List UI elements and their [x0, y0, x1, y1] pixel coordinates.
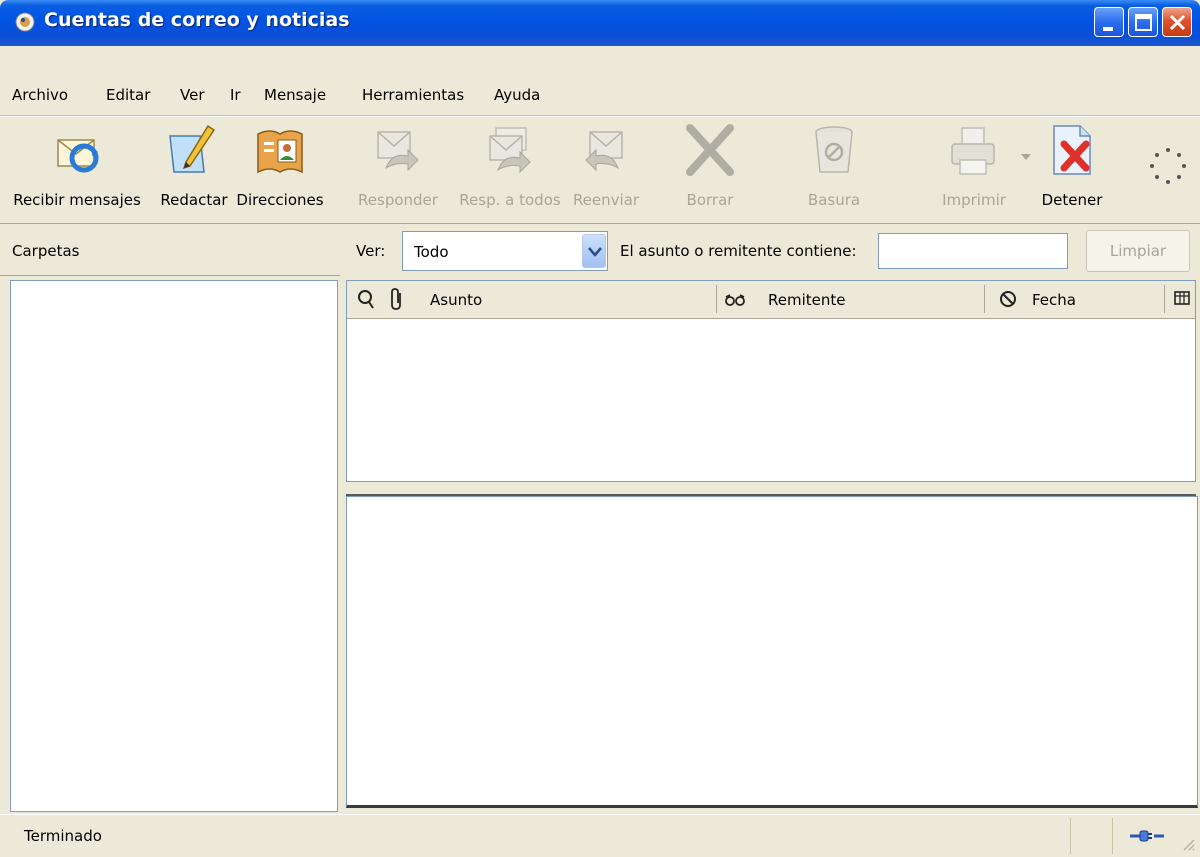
compose-icon: [169, 124, 216, 173]
forward-icon: [585, 131, 623, 172]
forward-label: Reenviar: [572, 191, 640, 209]
status-bar: [0, 814, 1200, 857]
folder-pane-title: Carpetas: [12, 242, 80, 260]
junk-status-column-icon[interactable]: [998, 289, 1018, 309]
junk-button[interactable]: [808, 122, 860, 178]
minimize-button[interactable]: [1094, 7, 1124, 37]
menu-ver[interactable]: Ver: [180, 86, 205, 104]
column-separator[interactable]: [984, 285, 985, 313]
get-mail-label: Recibir mensajes: [13, 191, 141, 209]
folder-tree[interactable]: [10, 280, 338, 812]
view-select-value: Todo: [414, 243, 449, 261]
horizontal-splitter[interactable]: [346, 484, 1196, 496]
address-book-button[interactable]: [254, 122, 306, 178]
clear-button[interactable]: Limpiar: [1086, 230, 1190, 272]
address-book-icon: [257, 130, 303, 174]
print-icon: [951, 127, 995, 175]
sender-column-header[interactable]: Remitente: [768, 291, 845, 309]
maximize-icon: [1135, 14, 1152, 31]
menu-mensaje[interactable]: Mensaje: [264, 86, 326, 104]
stop-label: Detener: [1041, 191, 1103, 209]
menu-ayuda[interactable]: Ayuda: [494, 86, 540, 104]
print-button[interactable]: [948, 122, 1000, 178]
chevron-down-icon: [588, 247, 602, 257]
throbber-icon: [1150, 148, 1186, 184]
junk-label: Basura: [807, 191, 861, 209]
maximize-button[interactable]: [1128, 7, 1158, 37]
print-dropdown-icon[interactable]: [1020, 152, 1032, 162]
search-label: El asunto o remitente contiene:: [620, 242, 857, 260]
reply-all-icon: [489, 127, 531, 174]
compose-label: Redactar: [160, 191, 228, 209]
column-picker-icon[interactable]: [1172, 289, 1192, 309]
delete-label: Borrar: [686, 191, 734, 209]
reply-icon: [377, 131, 419, 172]
resize-grip-icon[interactable]: [1180, 836, 1196, 852]
message-preview-pane[interactable]: [346, 496, 1198, 808]
attachment-column-icon[interactable]: [388, 287, 406, 311]
close-button[interactable]: [1162, 7, 1192, 37]
status-text: Terminado: [24, 827, 102, 845]
search-input[interactable]: [878, 233, 1068, 269]
address-book-label: Direcciones: [236, 191, 324, 209]
stop-button[interactable]: [1046, 122, 1098, 178]
get-mail-icon: [57, 139, 99, 173]
print-label: Imprimir: [942, 191, 1006, 209]
reply-label: Responder: [358, 191, 438, 209]
menu-bar: [0, 46, 1200, 116]
menu-archivo[interactable]: Archivo: [12, 86, 68, 104]
delete-icon: [686, 124, 734, 176]
thread-column-icon[interactable]: [356, 288, 376, 310]
read-status-column-icon[interactable]: [724, 293, 746, 307]
column-separator[interactable]: [716, 285, 717, 313]
reply-all-label: Resp. a todos: [459, 191, 561, 209]
menu-ir[interactable]: Ir: [230, 86, 241, 104]
view-label: Ver:: [356, 242, 386, 260]
column-separator[interactable]: [1164, 285, 1165, 313]
window-title: Cuentas de correo y noticias: [44, 9, 350, 31]
view-select-dropdown-button[interactable]: [582, 234, 606, 268]
menu-editar[interactable]: Editar: [106, 86, 150, 104]
status-separator: [1112, 818, 1113, 854]
junk-icon: [815, 126, 853, 173]
menu-herramientas[interactable]: Herramientas: [362, 86, 464, 104]
stop-icon: [1053, 125, 1091, 175]
app-icon: [15, 12, 35, 32]
delete-button[interactable]: [684, 122, 736, 178]
reply-button[interactable]: [372, 122, 424, 178]
status-separator: [1070, 818, 1071, 854]
get-mail-button[interactable]: [54, 122, 106, 178]
date-column-header[interactable]: Fecha: [1032, 291, 1076, 309]
minimize-icon: [1103, 27, 1113, 31]
reply-all-button[interactable]: [484, 122, 536, 178]
subject-column-header[interactable]: Asunto: [430, 291, 482, 309]
compose-button[interactable]: [164, 122, 216, 178]
close-icon: [1169, 14, 1186, 31]
title-bar[interactable]: Cuentas de correo y noticias: [0, 0, 1200, 46]
online-status-icon[interactable]: [1128, 828, 1166, 844]
forward-button[interactable]: [580, 122, 632, 178]
